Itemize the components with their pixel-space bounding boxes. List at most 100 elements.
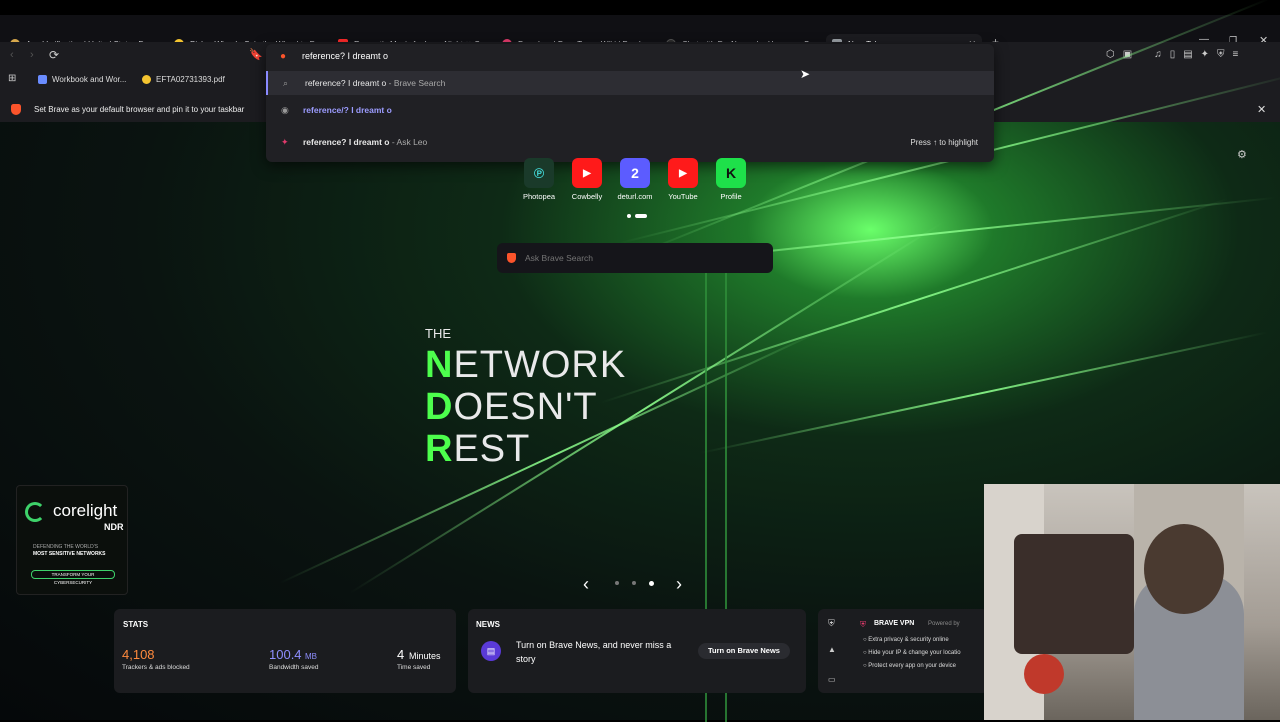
mouse-cursor-icon: ➤: [800, 67, 811, 81]
hero-rest: EST: [453, 428, 531, 470]
vpn-widget: ⛨ ▲ ▭ ⛨ BRAVE VPN Powered by ○ Extra pri…: [818, 609, 988, 693]
tab-strip: Age Verification | United States Depa Pi…: [0, 0, 1280, 54]
prev-background-icon[interactable]: ‹: [583, 574, 589, 595]
vpn-bullet-3: ○ Protect every app on your device: [863, 663, 957, 669]
infobar-close-icon[interactable]: ✕: [1257, 103, 1266, 116]
pager-dot-active[interactable]: [635, 214, 647, 218]
hero-line-2: DOESN'T: [425, 386, 598, 429]
ad-brand: corelight: [53, 501, 118, 520]
bandwidth-label: Bandwidth saved: [269, 664, 319, 671]
shortcut-pager[interactable]: [627, 214, 647, 218]
photopea-icon: ℗: [524, 158, 554, 188]
settings-gear-icon[interactable]: ⚙: [1237, 148, 1247, 161]
search-icon: ⌕: [283, 77, 289, 88]
alert-tab-icon[interactable]: ▲: [828, 645, 836, 654]
youtube-icon: ▶: [572, 158, 602, 188]
vpn-logo-icon: ⛨: [860, 620, 866, 629]
deturl-icon: 2: [620, 158, 650, 188]
hero-rest: OESN'T: [453, 386, 598, 428]
shortcut-cowbelly[interactable]: ▶ Cowbelly: [567, 158, 607, 201]
next-background-icon[interactable]: ›: [676, 574, 682, 595]
vpn-shield-icon[interactable]: ⛨: [1217, 49, 1225, 60]
hero-line-3: REST: [425, 428, 530, 471]
search-engine-icon: ●: [280, 51, 287, 62]
brave-logo-icon: [507, 253, 516, 263]
ad-tagline-2: MOST SENSITIVE NETWORKS: [33, 551, 106, 557]
card-tab-icon[interactable]: ▭: [828, 675, 836, 684]
turn-on-news-button[interactable]: Turn on Brave News: [698, 643, 790, 659]
youtube-icon: ▶: [668, 158, 698, 188]
extensions-icon[interactable]: ⬡: [1106, 49, 1115, 60]
hero-line-1: NETWORK: [425, 344, 626, 387]
shortcut-profile[interactable]: K Profile: [711, 158, 751, 201]
forward-icon[interactable]: ›: [30, 49, 34, 61]
bookmark-workbook[interactable]: Workbook and Wor...: [38, 75, 126, 84]
reload-icon[interactable]: ⟳: [49, 48, 59, 62]
hero-rest: ETWORK: [453, 344, 627, 386]
infobar-text: Set Brave as your default browser and pi…: [34, 105, 245, 114]
wallet-icon[interactable]: ▤: [1183, 49, 1192, 60]
vpn-item-text: Protect every app on your device: [868, 663, 957, 669]
media-icon[interactable]: ♫: [1154, 49, 1162, 60]
light-beam: [699, 331, 1268, 454]
hero-initial: R: [425, 428, 454, 470]
time-unit: Minutes: [409, 651, 441, 661]
vpn-item-text: Extra privacy & security online: [868, 637, 949, 643]
kick-icon: K: [716, 158, 746, 188]
ad-sub: NDR: [104, 522, 124, 532]
bookmark-favicon-icon: [142, 75, 151, 84]
chair: [1014, 534, 1134, 654]
leo-icon[interactable]: ✦: [1201, 49, 1209, 60]
leo-icon: ✦: [281, 136, 289, 147]
ask-input[interactable]: [525, 251, 755, 265]
shortcut-deturl[interactable]: 2 deturl.com: [615, 158, 655, 201]
bookmark-label: Workbook and Wor...: [52, 75, 127, 84]
back-icon[interactable]: ‹: [10, 49, 14, 61]
person-head: [1144, 524, 1224, 614]
news-icon: ▤: [481, 641, 501, 661]
red-object: [1024, 654, 1064, 694]
suggestion-suffix: - Brave Search: [386, 78, 446, 88]
pager-dot-active[interactable]: [649, 581, 654, 586]
highlight-hint: Press ↑ to highlight: [910, 137, 978, 147]
pager-dot[interactable]: [627, 214, 631, 218]
suggestion-text: reference? I dreamt o: [305, 78, 387, 88]
vpn-bullet-1: ○ Extra privacy & security online: [863, 637, 949, 643]
bandwidth-unit: MB: [305, 652, 317, 661]
suggestion-item[interactable]: ◉ reference/? I dreamt o: [266, 98, 994, 122]
time-value: 4: [397, 647, 405, 662]
trackers-label: Trackers & ads blocked: [122, 664, 190, 671]
background-pager: [615, 581, 654, 586]
bookmark-icon[interactable]: 🔖: [249, 48, 263, 61]
shortcut-label: Photopea: [522, 192, 556, 201]
news-text: Turn on Brave News, and never miss a sto…: [516, 640, 672, 664]
sidebar-icon[interactable]: ▯: [1170, 49, 1176, 60]
bookmark-efta-pdf[interactable]: EFTA02731393.pdf: [142, 75, 225, 84]
suggestion-text: reference/? I dreamt o: [303, 105, 392, 115]
globe-icon: ◉: [281, 104, 289, 115]
brave-logo-icon: [11, 104, 21, 115]
news-title: NEWS: [476, 620, 500, 629]
hero-the: THE: [425, 326, 451, 341]
pager-dot[interactable]: [615, 581, 619, 585]
apps-grid-icon[interactable]: ⊞: [8, 73, 16, 84]
menu-icon[interactable]: ≡: [1233, 49, 1239, 60]
sponsored-image-card[interactable]: corelight NDR DEFENDING THE WORLD'S MOST…: [16, 485, 128, 595]
time-label: Time saved: [397, 664, 431, 671]
ask-brave-search-box[interactable]: [497, 243, 773, 273]
shortcut-youtube[interactable]: ▶ YouTube: [663, 158, 703, 201]
address-input[interactable]: [302, 49, 902, 63]
vpn-tab-icon[interactable]: ⛨: [828, 618, 835, 629]
suggestion-item[interactable]: ✦ reference? I dreamt o - Ask Leo Press …: [266, 130, 994, 154]
vpn-powered: Powered by: [928, 621, 960, 627]
shortcut-photopea[interactable]: ℗ Photopea: [519, 158, 559, 201]
pager-dot[interactable]: [632, 581, 636, 585]
suggestion-text: reference? I dreamt o: [303, 137, 390, 147]
ad-cta-button[interactable]: TRANSFORM YOUR CYBERSECURITY: [31, 570, 115, 585]
suggestion-item[interactable]: ⌕ reference? I dreamt o - Brave Search: [266, 71, 994, 95]
bookmark-label: EFTA02731393.pdf: [156, 75, 225, 84]
bookmark-favicon-icon: [38, 75, 47, 84]
shortcut-label: Profile: [720, 192, 742, 201]
ad-tagline-1: DEFENDING THE WORLD'S: [33, 544, 99, 550]
stats-title: STATS: [123, 620, 149, 629]
